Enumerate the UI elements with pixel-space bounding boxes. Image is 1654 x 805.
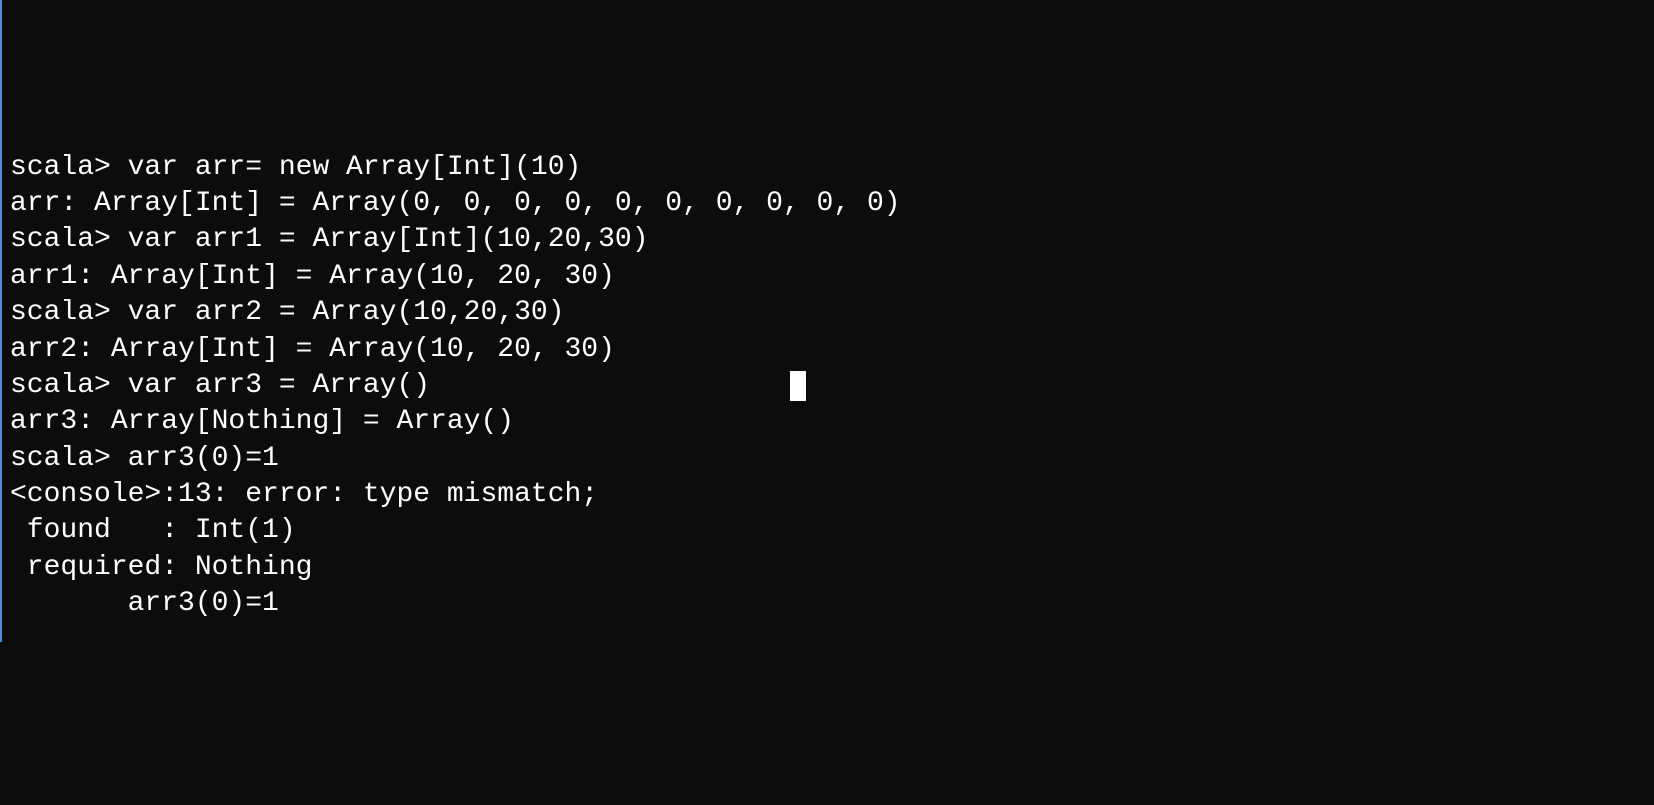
terminal-line: scala> var arr2 = Array(10,20,30) [10,295,1646,331]
terminal-line: arr3(0)=1 [10,586,1646,622]
terminal-line: scala> var arr= new Array[Int](10) [10,150,1646,186]
terminal-line: scala> var arr3 = Array() [10,368,1646,404]
terminal-line: required: Nothing [10,550,1646,586]
terminal-line: <console>:13: error: type mismatch; [10,477,1646,513]
terminal-line: scala> var arr1 = Array[Int](10,20,30) [10,222,1646,258]
terminal-line: found : Int(1) [10,513,1646,549]
terminal-line: arr: Array[Int] = Array(0, 0, 0, 0, 0, 0… [10,186,1646,222]
terminal-line: arr3: Array[Nothing] = Array() [10,404,1646,440]
terminal-line: arr1: Array[Int] = Array(10, 20, 30) [10,259,1646,295]
cursor-icon [790,371,806,401]
terminal-output[interactable]: scala> var arr= new Array[Int](10)arr: A… [10,150,1646,623]
terminal-line: scala> arr3(0)=1 [10,441,1646,477]
terminal-line: arr2: Array[Int] = Array(10, 20, 30) [10,332,1646,368]
